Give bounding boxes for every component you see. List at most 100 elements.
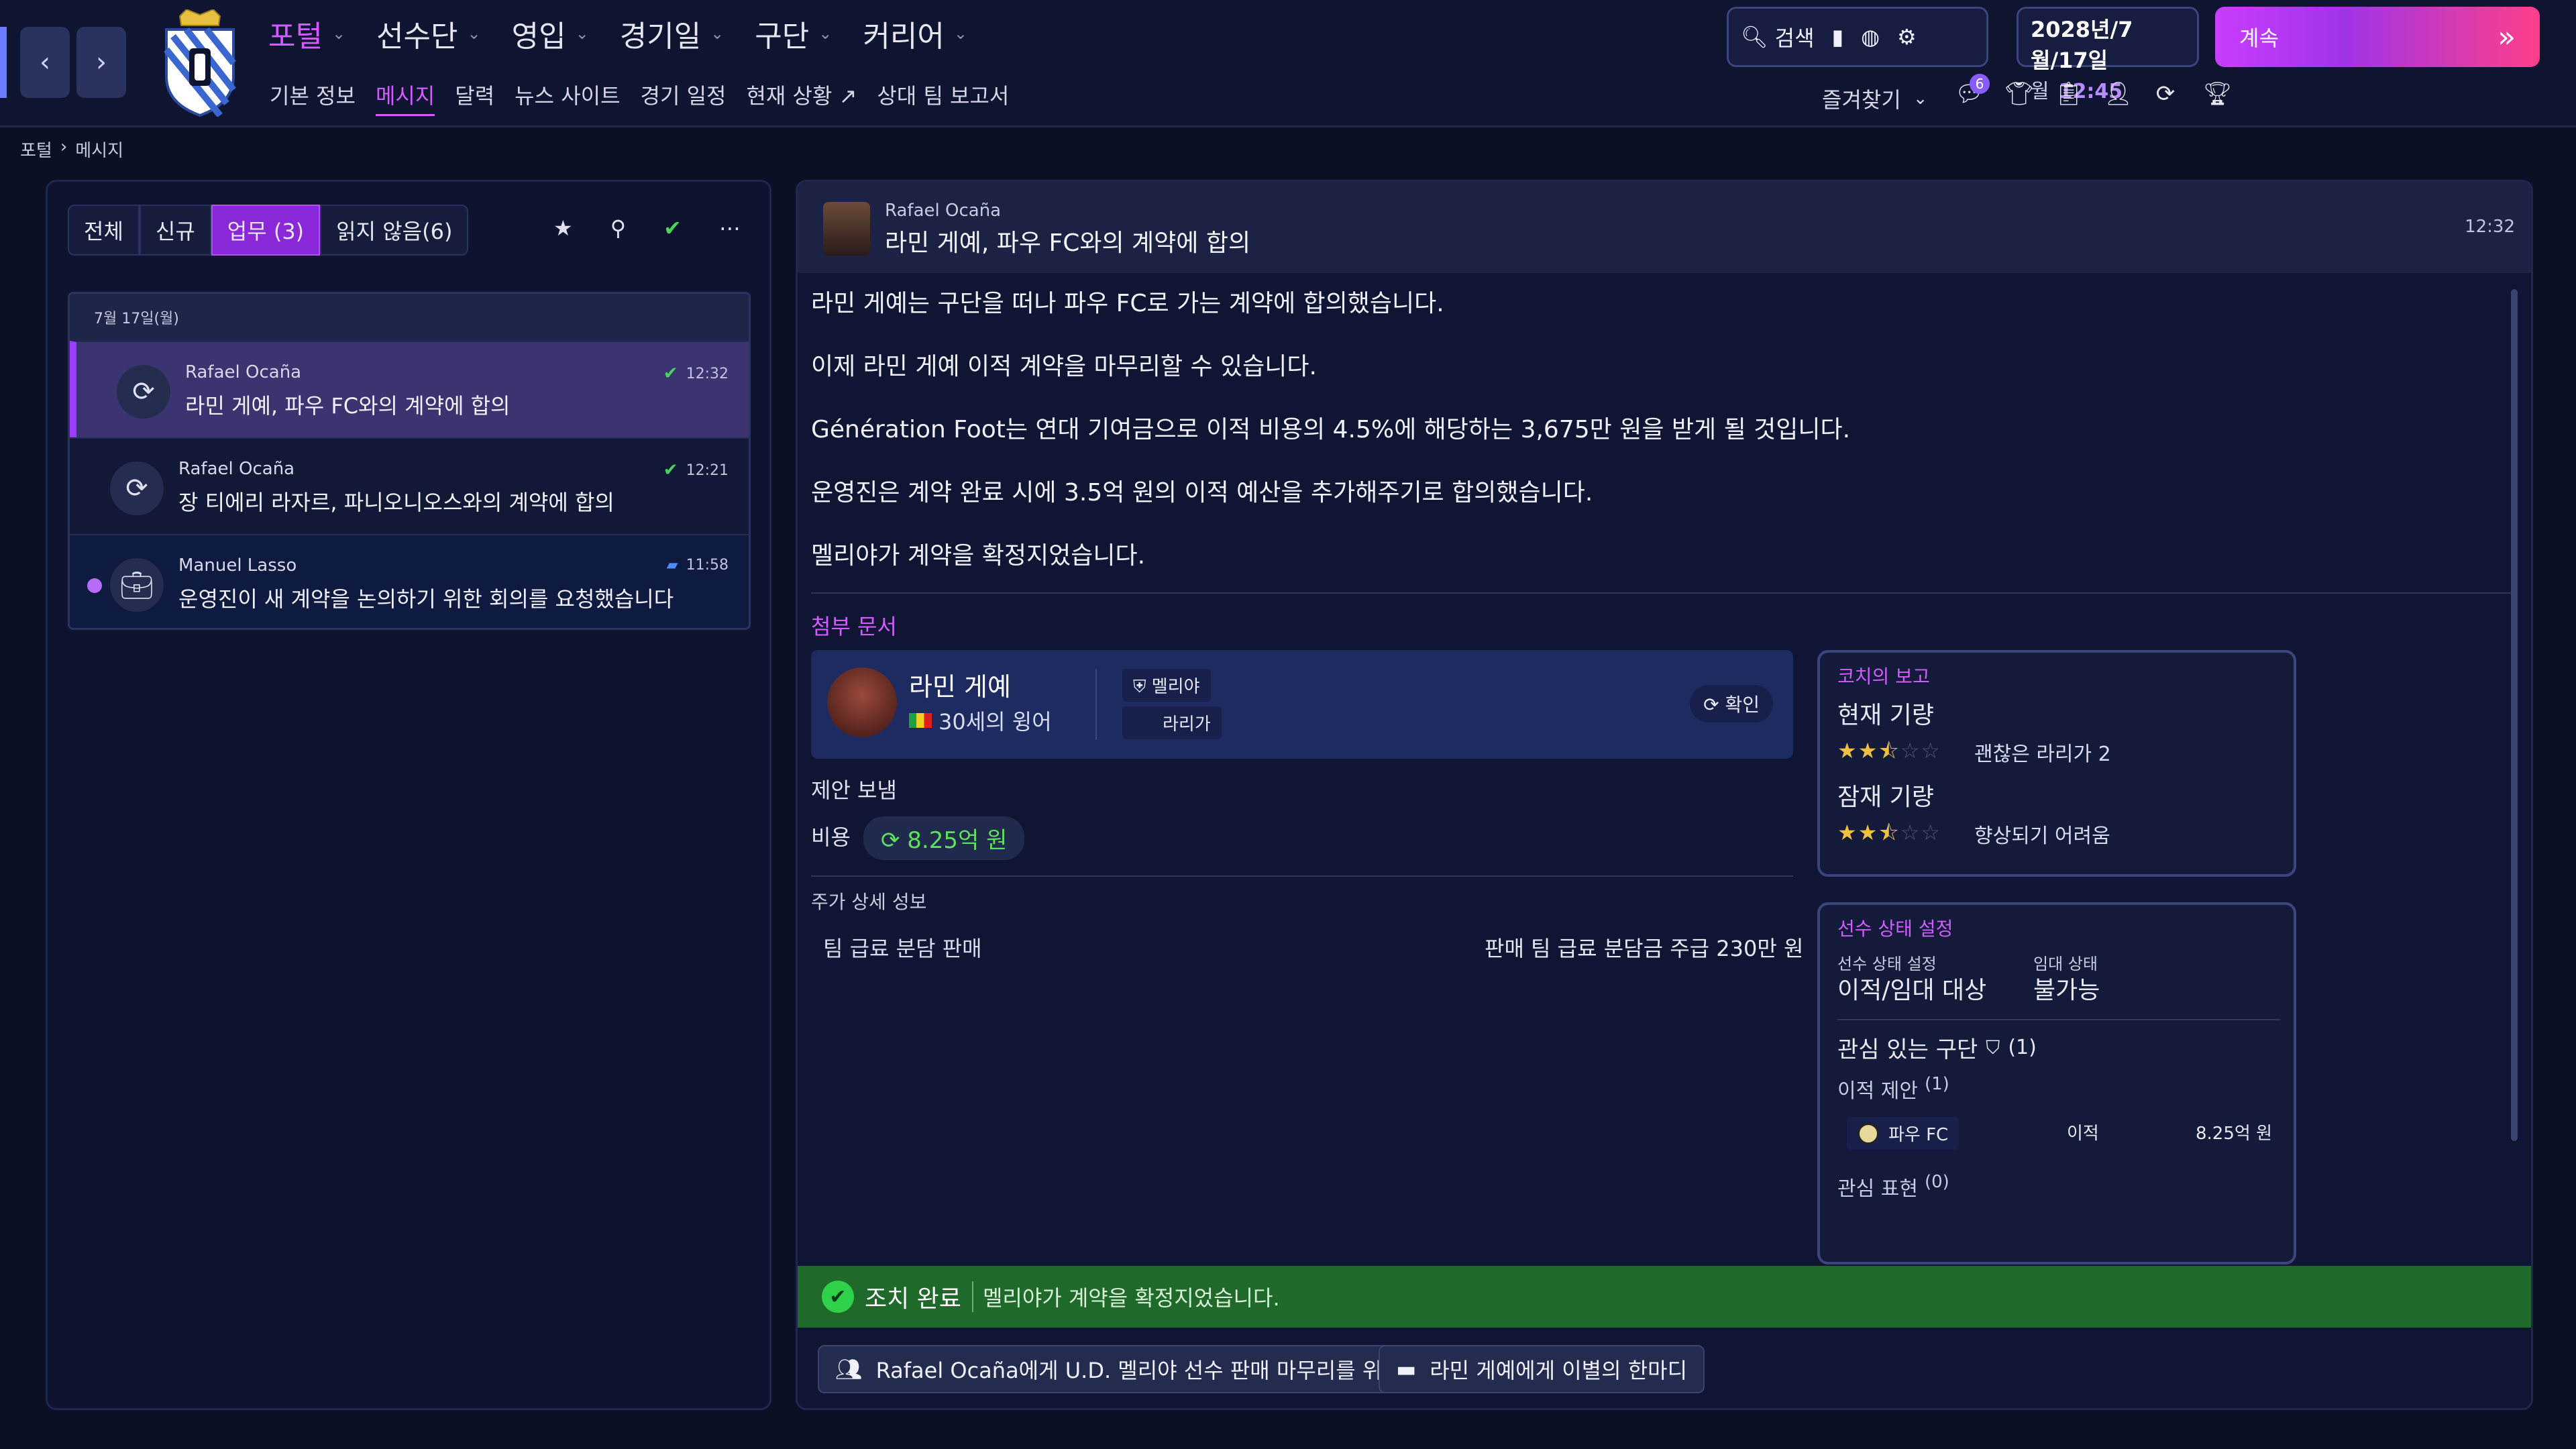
notes-button[interactable]: ▮ <box>1832 24 1844 50</box>
attachments-label: 첨부 문서 <box>811 614 897 639</box>
transfer-offers-header: 이적 제안 (1) <box>1837 1074 1949 1103</box>
search-button[interactable]: 🔍︎ 검색 <box>1741 21 1815 52</box>
list-date-header: 7월 17일(월) <box>70 294 749 341</box>
clipboard-icon[interactable]: 📋︎ <box>2054 80 2083 107</box>
club-crest-logo[interactable] <box>160 8 240 118</box>
filter-tasks[interactable]: 업무 (3) <box>211 205 321 256</box>
inbox-filters: 전체 신규 업무 (3) 읽지 않음(6) <box>68 205 469 256</box>
top-bar: ‹ › 포털 ⌄ 선수단 ⌄ 영입 ⌄ 경기일 ⌄ 구단 ⌄ 커리어 ⌄ 기본 정보 메시지… <box>0 0 2576 127</box>
menu-matchday[interactable]: 경기일 ⌄ <box>620 12 724 55</box>
settings-button[interactable]: ⚙ <box>1897 24 1917 50</box>
menu-portal[interactable]: 포털 ⌄ <box>268 12 345 55</box>
filter-all[interactable]: 전체 <box>68 205 140 256</box>
shield-icon: ⛉ <box>1986 1036 2000 1059</box>
refresh-icon: ⟳ <box>1703 694 1725 716</box>
divider <box>1095 669 1097 740</box>
status-value[interactable]: 이적/임대 대상 <box>1837 971 1986 1006</box>
submenu-overview[interactable]: 기본 정보 <box>270 79 356 116</box>
scrollbar[interactable] <box>2511 289 2518 1141</box>
search-icon[interactable]: ⚲ <box>610 215 626 241</box>
interested-clubs-label: 관심 있는 구단 <box>1837 1036 1978 1063</box>
player-name[interactable]: 라민 게예 <box>909 666 1011 703</box>
briefcase-icon: 💼︎ <box>110 558 164 612</box>
message-from: Rafael Ocaña <box>885 201 1002 221</box>
chevron-down-icon: ⌄ <box>710 24 724 43</box>
player-club[interactable]: ⛨ 멜리야 <box>1122 669 1211 702</box>
submenu-news[interactable]: 뉴스 사이트 <box>515 79 620 116</box>
filter-new[interactable]: 신규 <box>139 205 211 256</box>
fee-label: 비용 <box>811 824 851 850</box>
divider <box>1837 1019 2280 1020</box>
list-item[interactable]: 💼︎ Manuel Lasso 운영진이 새 계약을 논의하기 위한 회의를 요… <box>70 534 749 628</box>
offer-club[interactable]: 파우 FC <box>1847 1117 1960 1150</box>
notification-badge: 6 <box>1970 74 1990 94</box>
submenu-calendar[interactable]: 달력 <box>455 79 494 116</box>
bonus-section-label: 주가 상세 성보 <box>811 891 927 913</box>
menu-squad[interactable]: 선수단 ⌄ <box>376 12 481 55</box>
loan-status-value[interactable]: 불가능 <box>2033 971 2100 1006</box>
player-league[interactable]: 라리가 <box>1122 706 1222 739</box>
back-button[interactable]: ‹ <box>20 27 70 98</box>
submenu-status[interactable]: 현재 상황 ↗ <box>746 79 857 116</box>
chevron-down-icon: ⌄ <box>953 24 967 43</box>
message-panel: Rafael Ocaña 라민 게예, 파우 FC와의 계약에 합의 12:32… <box>796 180 2533 1410</box>
list-item[interactable]: ⟳ Rafael Ocaña 라민 게예, 파우 FC와의 계약에 합의 ✔ 12… <box>70 341 749 437</box>
player-card[interactable]: 라민 게예 30세의 윙어 ⛨ 멜리야 라리가 ⟳ 확인 <box>811 650 1793 759</box>
forward-button[interactable]: › <box>76 27 126 98</box>
coach-report-card: 코치의 보고 현재 기량 ★★⯪☆☆ 괜찮은 라리가 2 잠재 기량 ★★⯪☆☆… <box>1817 650 2296 877</box>
message-sender: Rafael Ocaña <box>185 362 302 382</box>
message-time: 12:32 <box>686 365 729 382</box>
trophy-icon[interactable]: 🏆︎ <box>2203 80 2232 107</box>
message-time: 12:32 <box>2465 217 2515 237</box>
submenu-messages[interactable]: 메시지 <box>375 79 435 116</box>
potential-ability-label: 잠재 기량 <box>1837 784 1934 811</box>
help-button[interactable]: ◍ <box>1861 24 1880 50</box>
main-menu: 포털 ⌄ 선수단 ⌄ 영입 ⌄ 경기일 ⌄ 구단 ⌄ 커리어 ⌄ <box>268 12 967 55</box>
star-icon[interactable]: ★ <box>553 215 573 241</box>
date-display[interactable]: 2028년/7월/17일 월 12:45 <box>2017 7 2199 103</box>
checkmark-icon: ✔ <box>663 460 678 480</box>
chevron-down-icon: ⌄ <box>331 24 346 43</box>
toolbox: 🔍︎ 검색 ▮ ◍ ⚙ <box>1727 7 1988 67</box>
double-chevron-right-icon: » <box>2498 19 2516 54</box>
delegate-sale-button[interactable]: 👥︎ Rafael Ocaña에게 U.D. 멜리야 선수 판매 마무리를 위임 <box>818 1345 1419 1393</box>
continue-button[interactable]: 계속 » <box>2215 7 2540 67</box>
breadcrumb: 포털 › 메시지 <box>20 137 123 162</box>
interested-clubs-header: 관심 있는 구단 ⛉ (1) <box>1837 1031 2037 1064</box>
staff-icon[interactable]: 👤︎ <box>2104 80 2133 107</box>
inbox-tools: ★ ⚲ ✔ ⋯ <box>553 215 741 241</box>
action-complete-bar: ✔ 조치 완료 멜리야가 계약을 확정지었습니다. <box>798 1266 2531 1328</box>
refresh-icon[interactable]: ⟳ <box>2153 80 2178 107</box>
message-subject: 운영진이 새 계약을 논의하기 위한 회의를 요청했습니다 <box>178 586 674 612</box>
action-complete-text: 멜리야가 계약을 확정지었습니다. <box>971 1281 1280 1312</box>
message-time: 11:58 <box>686 557 729 574</box>
submenu-opposition[interactable]: 상대 팀 보고서 <box>877 79 1009 116</box>
body-paragraph: Génération Foot는 연대 기여금으로 이적 비용의 4.5%에 해… <box>811 416 1851 443</box>
breadcrumb-portal[interactable]: 포털 <box>20 137 52 162</box>
confirm-button[interactable]: ⟳ 확인 <box>1690 685 1773 722</box>
chevron-down-icon: ⌄ <box>1913 89 1928 109</box>
farewell-message-button[interactable]: ▬ 라민 게예에게 이별의 한마디 <box>1379 1345 1705 1393</box>
favorites-dropdown[interactable]: 즐겨찾기 ⌄ <box>1822 83 1928 114</box>
message-title: 라민 게예, 파우 FC와의 계약에 합의 <box>885 229 1251 257</box>
offer-fee: 8.25억 원 <box>2196 1124 2272 1144</box>
filter-unread[interactable]: 읽지 않음(6) <box>320 205 469 256</box>
chevron-left-icon: ‹ <box>40 47 50 78</box>
menu-transfers[interactable]: 영입 ⌄ <box>512 12 589 55</box>
current-ability-text: 괜찮은 라리가 2 <box>1974 743 2111 766</box>
senegal-flag-icon <box>909 713 932 728</box>
checkmark-icon: ✔ <box>663 364 678 384</box>
continue-label: 계속 <box>2239 25 2279 51</box>
edge-accent <box>0 27 7 98</box>
chevron-right-icon: › <box>96 47 107 78</box>
mark-read-icon[interactable]: ✔ <box>663 215 682 241</box>
submenu-fixtures[interactable]: 경기 일정 <box>641 79 727 116</box>
chat-icon[interactable]: 💬︎ 6 <box>1955 74 1990 107</box>
menu-career[interactable]: 커리어 ⌄ <box>863 12 967 55</box>
player-info: 30세의 윙어 <box>938 709 1052 735</box>
more-icon[interactable]: ⋯ <box>719 215 741 241</box>
menu-club[interactable]: 구단 ⌄ <box>755 12 832 55</box>
list-item[interactable]: ⟳ Rafael Ocaña 장 티에리 라자르, 파니오니오스와의 계약에 합… <box>70 437 749 534</box>
shirt-icon[interactable]: 👕︎ <box>2004 80 2033 107</box>
divider <box>811 875 1793 877</box>
